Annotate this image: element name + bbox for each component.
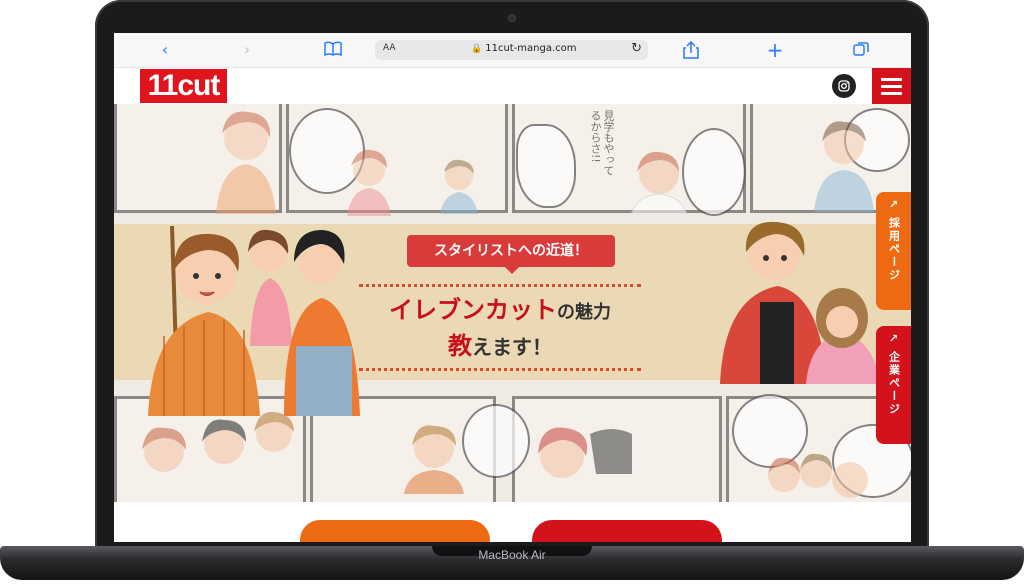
bookmarks-icon[interactable] xyxy=(324,41,342,59)
forward-icon[interactable]: › xyxy=(238,41,256,59)
headline-text: の魅力 xyxy=(557,302,611,323)
hero-banner: 見学もやってるからさ!! スタイリストへの近道！ イレブンカットの魅力 教えます… xyxy=(114,104,911,502)
url-value: 11cut-manga.com xyxy=(485,43,577,54)
orange-cta-button[interactable] xyxy=(300,520,490,542)
address-bar[interactable]: AA 🔒 11cut-manga.com ↻ xyxy=(375,40,648,60)
tagline-badge-tail xyxy=(504,266,520,274)
text-size-button[interactable]: AA xyxy=(383,43,396,53)
recruit-page-tab[interactable]: ↗ 採用ページ xyxy=(876,192,911,310)
speech-bubble xyxy=(682,128,746,216)
headline-line-1: イレブンカットの魅力 xyxy=(359,294,641,329)
manga-character-illustration xyxy=(630,151,688,214)
share-icon[interactable] xyxy=(682,40,700,59)
url-text: 🔒 11cut-manga.com xyxy=(471,43,577,54)
speech-bubble xyxy=(516,124,576,208)
logo[interactable]: 11cut xyxy=(140,69,227,103)
instagram-icon[interactable] xyxy=(832,74,856,98)
manga-character-illustration xyxy=(538,427,632,478)
tabs-icon[interactable] xyxy=(852,41,870,59)
browser-toolbar: ‹ › AA 🔒 11cut-manga.com ↻ + xyxy=(114,33,911,68)
manga-character-illustration xyxy=(347,149,391,216)
stylist-cutting-hair-illustration xyxy=(720,221,880,384)
external-link-icon: ↗ xyxy=(888,332,899,345)
headline-emphasis: 教 xyxy=(448,332,472,360)
recruit-page-label: 採用ページ xyxy=(887,217,901,282)
manga-character-illustration xyxy=(440,159,478,214)
new-tab-icon[interactable]: + xyxy=(766,40,784,60)
red-cta-button[interactable] xyxy=(532,520,722,542)
reload-icon[interactable]: ↻ xyxy=(631,41,642,56)
manga-character-illustration xyxy=(404,425,464,494)
tagline-badge: スタイリストへの近道！ xyxy=(407,235,615,267)
back-icon[interactable]: ‹ xyxy=(156,41,174,59)
manga-character-illustration xyxy=(142,411,294,472)
headline-text: えます！ xyxy=(472,335,552,359)
company-page-label: 企業ページ xyxy=(887,351,901,416)
site-header: 11cut xyxy=(114,68,911,104)
headline-brand: イレブンカット xyxy=(389,296,557,324)
manga-character-illustration xyxy=(814,121,874,212)
screen: ‹ › AA 🔒 11cut-manga.com ↻ + 11cut 見学もやっ… xyxy=(114,33,911,542)
dotted-divider xyxy=(359,284,641,287)
lock-icon: 🔒 xyxy=(471,44,483,54)
headline-line-2: 教えます！ xyxy=(359,330,641,363)
external-link-icon: ↗ xyxy=(888,198,899,211)
content-below-hero xyxy=(114,502,911,542)
device-label: MacBook Air xyxy=(478,548,546,562)
manga-speech-text: 見学もやってるからさ!! xyxy=(589,110,615,176)
hamburger-menu-icon[interactable] xyxy=(872,68,911,104)
dotted-divider xyxy=(359,368,641,371)
manga-character-illustration xyxy=(216,111,276,214)
camera-icon xyxy=(508,14,516,22)
manga-character-illustration xyxy=(768,453,868,498)
company-page-tab[interactable]: ↗ 企業ページ xyxy=(876,326,911,444)
stylist-group-illustration xyxy=(148,225,360,416)
